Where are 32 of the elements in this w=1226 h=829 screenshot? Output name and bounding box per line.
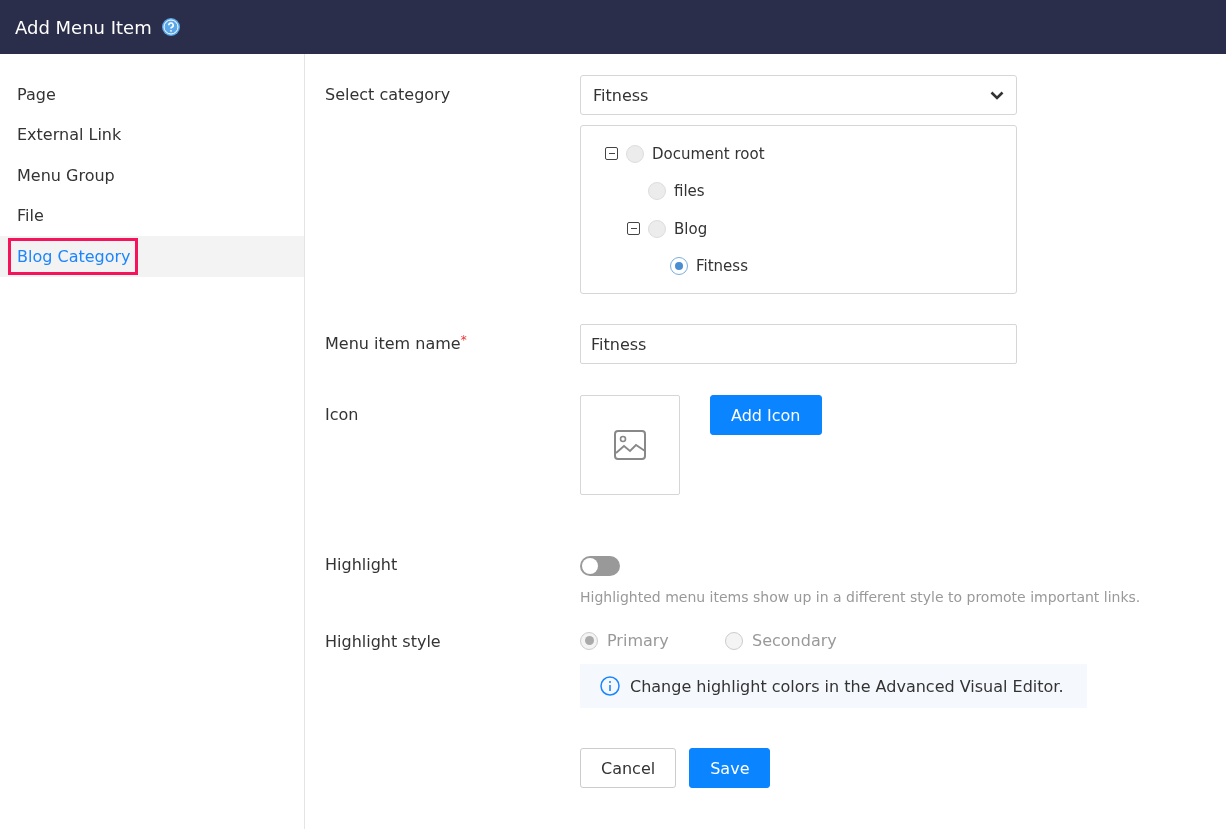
tree-node-label[interactable]: Document root [652,144,765,163]
collapse-icon[interactable] [627,222,640,236]
sidebar-item[interactable]: Page [8,75,63,113]
collapse-icon[interactable] [605,147,618,161]
field-label: Highlight [325,554,399,576]
save-button[interactable]: Save [689,748,771,788]
help-icon[interactable] [161,18,180,36]
category-dropdown[interactable]: Fitness [580,75,1017,115]
window-title: Add Menu Item [15,16,152,38]
menu-item-name-field[interactable]: Fitness [580,324,1017,364]
cancel-button[interactable]: Cancel [580,748,677,788]
tree-node-label[interactable]: Fitness [696,257,748,276]
info-text: Change highlight colors in the Advanced Visual Editor. [630,676,1064,696]
radio-label: Primary [607,631,669,650]
required-asterisk: * [460,334,467,346]
tree-node-label[interactable]: Blog [674,219,708,238]
chevron-down-icon [990,90,1004,100]
sidebar-item[interactable]: External Link [8,116,129,154]
help-text: Highlighted menu items show up in a different style to promote important links. [580,588,1141,606]
field-label: Menu item name [325,334,461,353]
field-label: Select category [325,84,452,106]
info-icon [600,676,620,696]
add-icon-button[interactable]: Add Icon [710,395,822,435]
highlight-toggle[interactable] [580,556,620,576]
tree-radio[interactable] [670,257,688,276]
field-label: Highlight style [325,631,442,653]
field-label: Icon [325,404,360,426]
tree-node-label[interactable]: files [674,182,705,201]
sidebar-item[interactable]: Menu Group [8,156,122,194]
image-icon [614,430,646,460]
sidebar-item[interactable]: File [8,197,51,235]
radio-label: Secondary [752,631,837,650]
